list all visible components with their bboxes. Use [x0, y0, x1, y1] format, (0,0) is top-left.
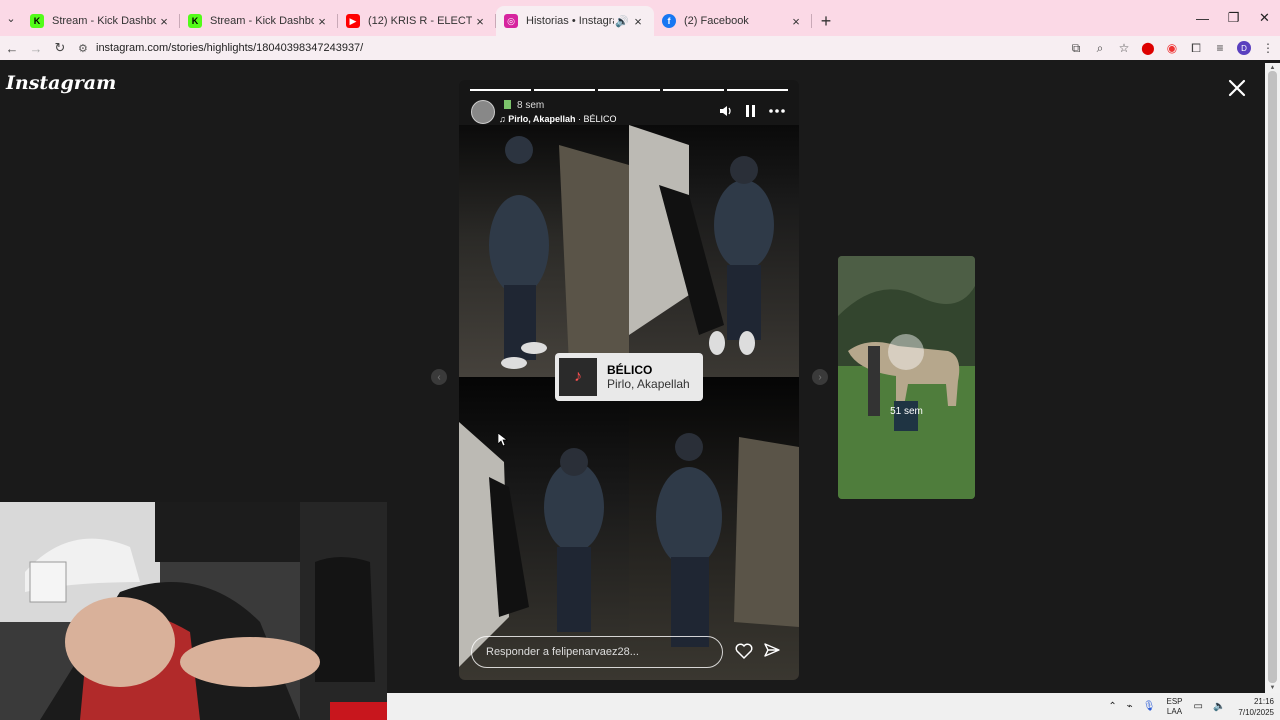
instagram-icon: ◎ [504, 14, 518, 28]
close-tab-icon[interactable]: × [472, 14, 488, 29]
sticker-artist: Pirlo, Akapellah [607, 377, 690, 391]
mouse-cursor-icon [498, 433, 508, 447]
progress-segment [534, 89, 596, 91]
story-music-label[interactable]: ♫ Pirlo, Akapellah · BÉLICO [499, 114, 616, 124]
close-tab-icon[interactable]: × [630, 14, 646, 29]
heart-icon[interactable] [735, 642, 753, 660]
close-tab-icon[interactable]: × [788, 14, 804, 29]
close-tab-icon[interactable]: × [314, 14, 330, 29]
story-photo-top-left [459, 125, 629, 377]
kick-icon: K [188, 14, 202, 28]
story-user-avatar[interactable] [471, 100, 495, 124]
next-story-preview[interactable]: 51 sem [838, 256, 975, 499]
display-icon[interactable]: ▭ [1194, 701, 1203, 712]
zoom-icon[interactable]: ⌕ [1088, 41, 1112, 56]
microphone-icon[interactable]: 🎙 [1143, 701, 1156, 712]
progress-segment [470, 89, 532, 91]
bookmark-star-icon[interactable]: ☆ [1112, 41, 1136, 55]
story-time: 8 sem [504, 100, 544, 111]
story-viewer[interactable]: 8 sem ♫ Pirlo, Akapellah · BÉLICO ♪ BÉLI… [459, 80, 799, 680]
next-story-time: 51 sem [890, 406, 923, 417]
sticker-song-title: BÉLICO [607, 363, 653, 377]
tab-5[interactable]: f (2) Facebook × [654, 6, 812, 36]
menu-icon[interactable]: ⋮ [1256, 41, 1280, 55]
scrollbar[interactable]: ▲ ▼ [1265, 63, 1280, 693]
new-tab-button[interactable]: + [812, 6, 840, 36]
system-taskbar: ⌃ ⌁ 🎙 ESP LAA ▭ 🔈 21:16 7/10/2025 [387, 693, 1280, 720]
speaker-icon[interactable]: 🔈 [1213, 701, 1225, 712]
language-indicator[interactable]: ESP LAA [1166, 697, 1182, 717]
previous-story-arrow-icon[interactable]: ‹ [431, 369, 447, 385]
kick-icon: K [30, 14, 44, 28]
extension-red-icon[interactable]: ◉ [1160, 41, 1184, 55]
webcam-overlay [0, 502, 387, 720]
clock[interactable]: 21:16 7/10/2025 [1238, 696, 1274, 718]
instagram-logo[interactable]: Instagram [6, 72, 116, 94]
youtube-icon: ▶ [346, 14, 360, 28]
progress-segment [662, 89, 724, 91]
tab-4[interactable]: ◎ Historias • Instagram🔊× [496, 6, 654, 36]
progress-segment [726, 89, 789, 91]
volume-icon[interactable] [719, 104, 733, 118]
minimize-icon[interactable]: — [1187, 0, 1218, 36]
tab-title: (2) Facebook [684, 15, 749, 27]
tab-1[interactable]: K Stream - Kick Dashboard× [22, 6, 180, 36]
url-text: instagram.com/stories/highlights/1804039… [96, 42, 364, 54]
back-icon[interactable]: ← [0, 41, 24, 56]
tab-title: Stream - Kick Dashboard [52, 15, 156, 27]
address-bar[interactable]: ⚙ instagram.com/stories/highlights/18040… [78, 38, 1018, 58]
story-photo-bottom-left [459, 377, 629, 680]
facebook-icon: f [662, 14, 676, 28]
progress-segment [598, 89, 660, 91]
forward-icon[interactable]: → [24, 41, 48, 56]
music-sticker[interactable]: ♪ BÉLICO Pirlo, Akapellah [555, 353, 703, 401]
tab-title: Stream - Kick Dashboard [210, 15, 314, 27]
reply-input[interactable]: Responder a felipenarvaez28... [471, 636, 723, 668]
opera-extension-icon[interactable]: ⬤ [1136, 41, 1160, 55]
restore-icon[interactable]: ❐ [1218, 0, 1249, 36]
more-options-icon[interactable] [769, 108, 785, 114]
chevron-up-icon[interactable]: ⌃ [1108, 701, 1116, 712]
send-icon[interactable] [763, 642, 781, 660]
site-info-icon[interactable]: ⚙ [78, 42, 96, 55]
browser-toolbar: ← → ↻ ⚙ instagram.com/stories/highlights… [0, 36, 1280, 60]
tab-strip: ⌄ KStream - Kick Dashboard×KStream - Kic… [0, 0, 1280, 36]
tab-2[interactable]: K Stream - Kick Dashboard× [180, 6, 338, 36]
album-art: ♪ [559, 358, 597, 396]
install-app-icon[interactable]: ⧉ [1064, 41, 1088, 56]
network-icon[interactable]: ⌁ [1127, 701, 1133, 712]
media-controls-icon[interactable]: ≡ [1208, 41, 1232, 55]
tab-search-icon[interactable]: ⌄ [0, 0, 22, 36]
story-photo-bottom-right [629, 377, 799, 680]
tab-title: (12) KRIS R - ELECTROLIBONBO [368, 15, 472, 27]
close-window-icon[interactable]: ✕ [1249, 0, 1280, 36]
story-progress-bars [470, 89, 789, 91]
extensions-puzzle-icon[interactable]: ⧠ [1184, 41, 1208, 56]
tab-3[interactable]: ▶ (12) KRIS R - ELECTROLIBONBO× [338, 6, 496, 36]
story-photo-top-right [629, 125, 799, 377]
close-tab-icon[interactable]: × [156, 14, 172, 29]
music-note-icon: ♫ [499, 114, 506, 124]
reload-icon[interactable]: ↻ [48, 40, 72, 56]
highlight-icon [504, 100, 511, 109]
next-story-arrow-icon[interactable]: › [812, 369, 828, 385]
tab-title: Historias • Instagram [526, 15, 614, 27]
close-icon[interactable] [1225, 76, 1249, 100]
tab-audio-icon[interactable]: 🔊 [614, 15, 630, 28]
pause-icon[interactable] [745, 104, 757, 118]
profile-avatar[interactable]: D [1237, 41, 1251, 55]
